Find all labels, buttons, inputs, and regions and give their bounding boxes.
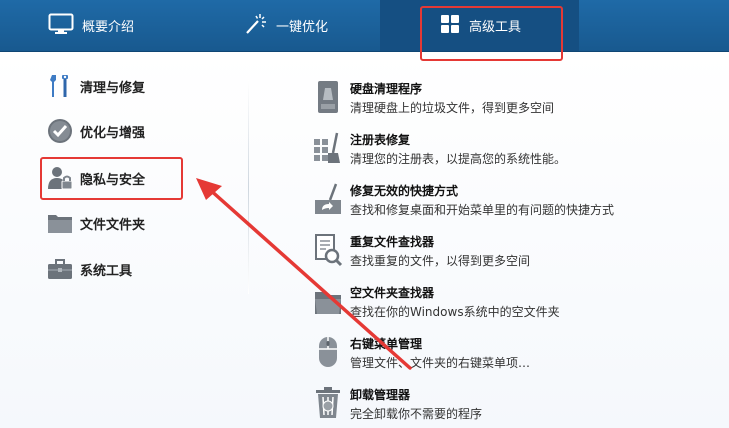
grid-icon xyxy=(440,14,460,38)
wrench-screwdriver-icon xyxy=(46,72,74,100)
divider xyxy=(248,80,249,294)
shortcut-fix-icon xyxy=(312,182,344,216)
top-tab-bar: 概要介绍 一键优化 高级工具 xyxy=(0,0,729,52)
tool-registry-repair[interactable]: 注册表修复 清理您的注册表，以提高您的系统性能。 xyxy=(312,127,712,173)
tab-advanced-tools[interactable]: 高级工具 xyxy=(380,0,579,51)
duplicate-search-icon xyxy=(312,233,344,267)
content-area: 清理与修复 优化与增强 隐私与安全 文件文件夹 系统工具 硬盘清理程序 清理硬盘… xyxy=(0,52,729,428)
nav-item-label: 文件文件夹 xyxy=(80,217,146,233)
tool-disk-cleaner[interactable]: 硬盘清理程序 清理硬盘上的垃圾文件，得到更多空间 xyxy=(312,76,712,122)
nav-item-label: 系统工具 xyxy=(80,263,133,279)
nav-item-optimize-enhance[interactable]: 优化与增强 xyxy=(46,113,145,149)
recycle-bin-icon xyxy=(312,386,344,420)
monitor-icon xyxy=(48,13,74,39)
tool-description: 完全卸载你不需要的程序 xyxy=(350,407,483,421)
tool-context-menu-manager[interactable]: 右键菜单管理 管理文件、文件夹的右键菜单项… xyxy=(312,331,712,377)
tool-description: 管理文件、文件夹的右键菜单项… xyxy=(350,356,531,370)
nav-item-label: 清理与修复 xyxy=(80,80,146,96)
tool-empty-folder-finder[interactable]: 空文件夹查找器 查找在你的Windows系统中的空文件夹 xyxy=(312,280,712,326)
tool-uninstall-manager[interactable]: 卸载管理器 完全卸载你不需要的程序 xyxy=(312,382,712,428)
tool-title: 右键菜单管理 xyxy=(350,337,423,351)
tab-overview-label: 概要介绍 xyxy=(82,20,135,35)
magic-wand-icon xyxy=(244,13,268,39)
nav-item-privacy-security[interactable]: 隐私与安全 xyxy=(46,160,145,196)
left-nav: 清理与修复 优化与增强 隐私与安全 文件文件夹 系统工具 xyxy=(0,52,245,428)
nav-item-label: 优化与增强 xyxy=(80,125,146,141)
registry-broom-icon xyxy=(312,131,344,165)
tool-title: 重复文件查找器 xyxy=(350,235,435,249)
nav-item-files-folders[interactable]: 文件文件夹 xyxy=(46,205,145,241)
tool-title: 硬盘清理程序 xyxy=(350,82,423,96)
nav-item-clean-repair[interactable]: 清理与修复 xyxy=(46,68,145,104)
nav-item-system-tools[interactable]: 系统工具 xyxy=(46,251,132,287)
tool-description: 清理您的注册表，以提高您的系统性能。 xyxy=(350,152,567,166)
folder-icon xyxy=(46,209,74,237)
disk-cleaner-icon xyxy=(312,80,344,114)
tab-advanced-label: 高级工具 xyxy=(469,20,522,35)
tool-description: 查找重复的文件，以得到更多空间 xyxy=(350,254,531,268)
tool-title: 空文件夹查找器 xyxy=(350,286,435,300)
empty-folder-icon xyxy=(312,284,344,318)
tool-description: 查找在你的Windows系统中的空文件夹 xyxy=(350,305,560,319)
tool-fix-shortcuts[interactable]: 修复无效的快捷方式 查找和修复桌面和开始菜单里的有问题的快捷方式 xyxy=(312,178,712,224)
tool-duplicate-finder[interactable]: 重复文件查找器 查找重复的文件，以得到更多空间 xyxy=(312,229,712,275)
user-lock-icon xyxy=(46,164,74,192)
toolbox-icon xyxy=(46,255,74,283)
nav-item-label: 隐私与安全 xyxy=(80,172,146,188)
tab-overview[interactable]: 概要介绍 xyxy=(48,0,134,51)
tool-title: 卸载管理器 xyxy=(350,388,411,402)
tab-one-click-optimize[interactable]: 一键优化 xyxy=(244,0,328,51)
tab-optimize-label: 一键优化 xyxy=(276,20,329,35)
tool-title: 修复无效的快捷方式 xyxy=(350,184,459,198)
tool-title: 注册表修复 xyxy=(350,133,411,147)
tool-description: 清理硬盘上的垃圾文件，得到更多空间 xyxy=(350,101,555,115)
mouse-icon xyxy=(312,335,344,369)
tool-description: 查找和修复桌面和开始菜单里的有问题的快捷方式 xyxy=(350,203,615,217)
checkmark-circle-icon xyxy=(46,117,74,145)
